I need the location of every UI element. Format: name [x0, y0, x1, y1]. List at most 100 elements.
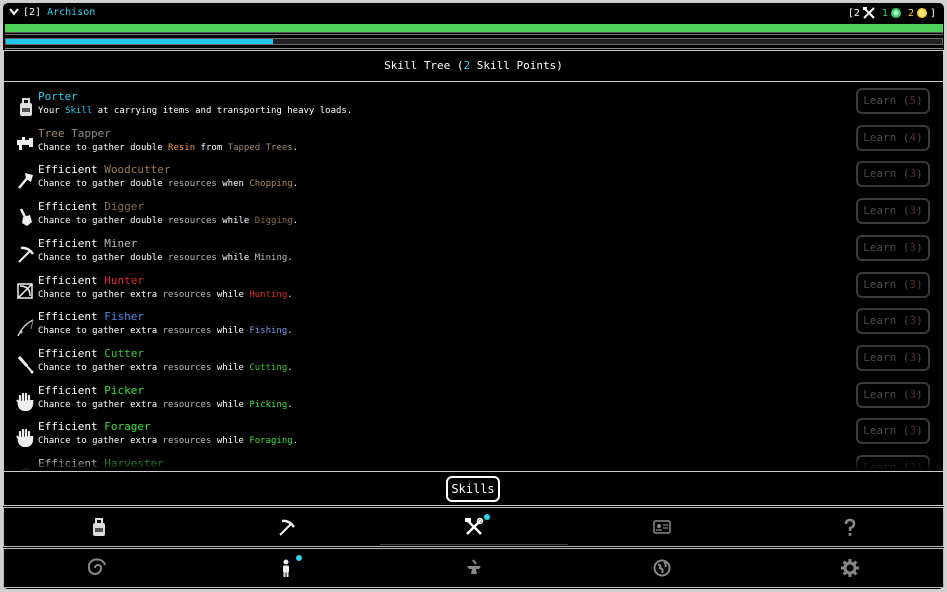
description-segment: Chance to gather extra [38, 436, 163, 447]
description-segment: Chance to gather extra [38, 399, 163, 410]
learn-label-close: ) [916, 204, 923, 218]
skill-name: Efficient Forager [38, 420, 151, 433]
learn-label: Learn ( [863, 94, 910, 107]
learn-label: Learn ( [863, 350, 910, 364]
skill-row: Tree Tapper Chance to gather double Resin… [4, 124, 943, 161]
description-segment: resources [162, 362, 212, 373]
person-icon [283, 559, 289, 577]
skill-name-part: Forager [104, 420, 151, 434]
description-segment: resources [162, 289, 212, 300]
gem-icon [890, 8, 901, 18]
skill-description: Chance to gather double resources while … [38, 216, 298, 226]
learn-button[interactable]: Learn (5) [856, 88, 930, 114]
description-segment: at carrying items and transporting heavy… [92, 106, 353, 116]
skill-name: Efficient Miner [38, 237, 137, 250]
learn-label: Learn ( [863, 424, 910, 438]
learn-button[interactable]: Learn (3) [856, 308, 930, 335]
nav-gathering[interactable] [192, 508, 380, 546]
axe-icon [18, 173, 33, 190]
description-segment: Tapped Trees [227, 142, 293, 153]
skill-row: Efficient Cutter Chance to gather extra r… [4, 344, 943, 381]
skill-name-part: Efficient [38, 383, 98, 397]
divider [5, 48, 943, 49]
learn-label-close: ) [916, 94, 923, 107]
description-segment: while [216, 252, 255, 263]
learn-button[interactable]: Learn (3) [856, 198, 930, 225]
learn-label: Learn ( [863, 314, 910, 328]
top-bar: [2] Archison [2 1 2 ] [3, 3, 944, 23]
skill-name-part: Efficient [38, 273, 98, 287]
anvil-icon [467, 559, 481, 574]
nav-character[interactable] [568, 508, 756, 546]
learn-label-close: ) [916, 167, 923, 181]
skill-name-part: Efficient [38, 346, 98, 360]
description-segment: resources [168, 179, 217, 190]
panel-title: Skill Tree (2 Skill Points) [4, 51, 943, 82]
notification-dot [296, 555, 302, 561]
skill-description: Chance to gather extra resources while P… [38, 400, 293, 410]
learn-button[interactable]: Learn (3) [856, 344, 930, 371]
learn-button[interactable]: Learn (4) [856, 124, 930, 151]
learn-label-close: ) [916, 240, 923, 254]
nav-crafting[interactable] [380, 549, 568, 587]
learn-label-close: ) [916, 277, 923, 291]
learn-button[interactable]: Learn (3) [856, 161, 930, 188]
skill-name-part: Hunter [104, 273, 144, 287]
learn-label-close: ) [916, 130, 923, 144]
description-segment: resources [162, 436, 212, 447]
skill-name-part: Miner [104, 236, 138, 250]
description-segment: . [292, 216, 299, 227]
skill-name-part: Efficient [38, 163, 98, 177]
backpack-icon [93, 518, 105, 536]
skill-name-part: Efficient [38, 200, 98, 214]
shovel-icon [19, 208, 32, 227]
experience-bar [5, 38, 943, 45]
skill-row: Efficient Miner Chance to gather double r… [4, 234, 943, 271]
skill-row: Efficient Woodcutter Chance to gather dou… [4, 161, 943, 197]
skill-name: Porter [38, 90, 78, 103]
health-bar [5, 24, 943, 33]
skill-description: Chance to gather extra resources while H… [38, 290, 293, 300]
description-segment: Mining [254, 252, 288, 263]
character-name[interactable]: Archison [47, 7, 95, 18]
description-segment: Hunting [249, 289, 288, 300]
nav-help[interactable] [756, 508, 944, 546]
skill-description: Chance to gather extra resources while F… [38, 326, 293, 336]
nav-skills[interactable] [380, 508, 568, 546]
description-segment: while [216, 216, 255, 227]
nav-settings[interactable] [756, 549, 944, 587]
description-segment: while [211, 436, 250, 447]
description-segment: resources [168, 252, 217, 263]
learn-button[interactable]: Learn (3) [856, 234, 930, 261]
panel-footer: Skills [4, 471, 943, 506]
skill-list[interactable]: Porter Your Skill at carrying items and t… [4, 82, 943, 471]
description-segment: Digging [254, 216, 293, 227]
title-suffix: Skill Points) [470, 59, 563, 72]
chevron-down-icon[interactable] [8, 5, 20, 19]
skill-name-part: Digger [104, 200, 144, 214]
skill-row: Efficient Hunter Chance to gather extra r… [4, 271, 943, 308]
description-segment: . [287, 399, 293, 410]
learn-button[interactable]: Learn (3) [856, 271, 930, 298]
nav-inventory[interactable] [4, 508, 192, 546]
divider [5, 34, 943, 35]
nav-travel[interactable] [4, 549, 192, 587]
skill-name-part: Woodcutter [104, 163, 171, 177]
skill-name: Tree Tapper [38, 127, 111, 140]
learn-button[interactable]: Learn (3) [856, 381, 930, 408]
scroll-fade [4, 457, 943, 471]
skill-tree-panel: Skill Tree (2 Skill Points) Porter Your S… [3, 50, 944, 506]
skills-button[interactable]: Skills [446, 476, 500, 502]
learn-label: Learn ( [863, 167, 910, 181]
nav-world[interactable] [568, 549, 756, 587]
gem-count: 1 [881, 7, 888, 19]
description-segment: Your [38, 106, 66, 116]
learn-button[interactable]: Learn (3) [856, 418, 930, 445]
skill-name-part: Fisher [104, 310, 144, 324]
description-segment: . [292, 142, 299, 153]
description-segment: Foraging [249, 436, 293, 447]
learn-label-close: ) [916, 387, 923, 401]
nav-player[interactable] [192, 549, 380, 587]
swirl-icon [88, 558, 106, 575]
skill-row: Efficient Digger Chance to gather double … [4, 198, 943, 234]
